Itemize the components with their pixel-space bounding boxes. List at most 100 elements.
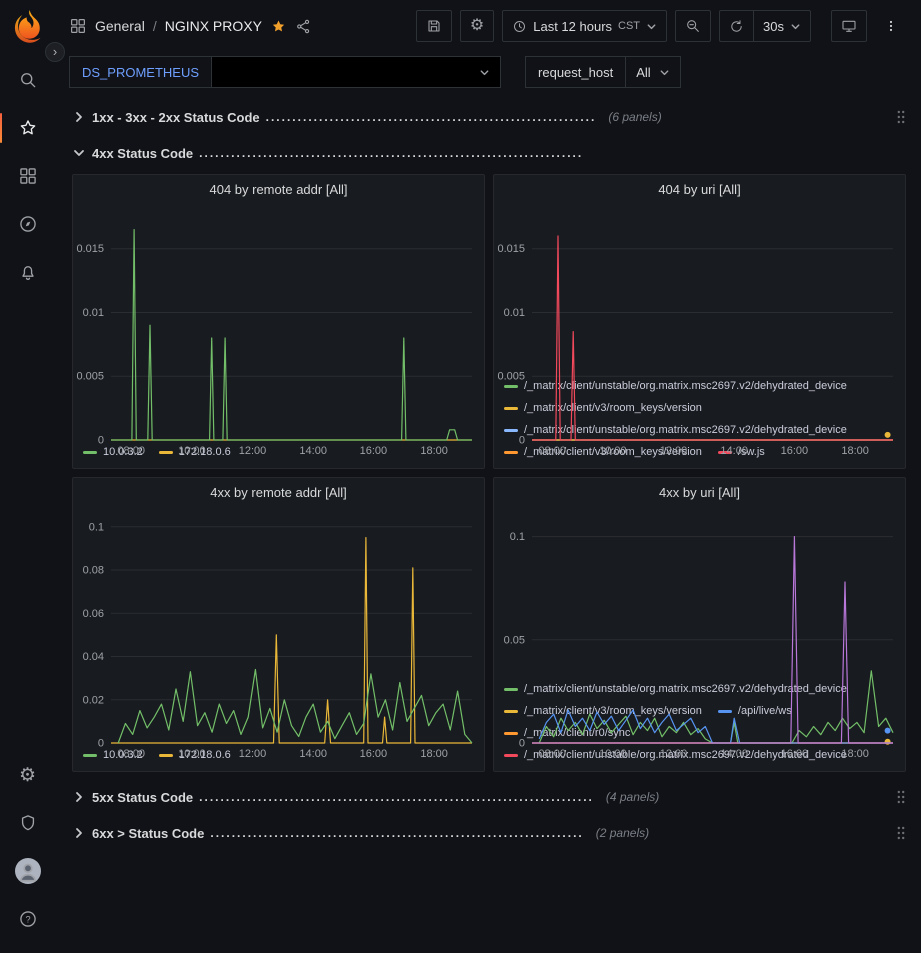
- refresh-interval-picker[interactable]: 30s: [754, 10, 811, 42]
- datasource-variable: DS_PROMETHEUS: [69, 56, 501, 88]
- row-drag-handle[interactable]: [896, 789, 906, 805]
- panel-4xx-by-uri: 4xx by uri [All] 00.050.108:0010:0012:00…: [493, 477, 906, 772]
- request-host-variable: request_host All: [525, 56, 681, 88]
- svg-text:18:00: 18:00: [420, 748, 448, 760]
- sidebar-item-configuration[interactable]: ⚙: [0, 751, 55, 799]
- panel-title[interactable]: 4xx by remote addr [All]: [73, 478, 484, 506]
- clock-icon: [512, 19, 527, 34]
- request-host-select[interactable]: All: [625, 56, 680, 88]
- time-series-plot[interactable]: 00.0050.010.01508:0010:0012:0014:0016:00…: [73, 203, 484, 458]
- svg-text:0.01: 0.01: [504, 307, 525, 319]
- svg-text:0.005: 0.005: [497, 371, 525, 383]
- row-header-6xx[interactable]: 6xx > Status Code ......................…: [72, 818, 906, 848]
- search-icon: [18, 70, 38, 90]
- row-header-1xx-3xx-2xx[interactable]: 1xx - 3xx - 2xx Status Code ............…: [72, 102, 906, 132]
- breadcrumb-title[interactable]: NGINX PROXY: [165, 18, 262, 34]
- refresh-icon: [729, 19, 744, 34]
- svg-text:0.1: 0.1: [89, 521, 104, 533]
- star-icon: [18, 118, 38, 138]
- svg-text:18:00: 18:00: [841, 445, 869, 457]
- row-title-dots: ........................................…: [199, 790, 594, 804]
- chart-4xx-by-uri[interactable]: 00.050.108:0010:0012:0014:0016:0018:00: [494, 506, 905, 680]
- svg-text:12:00: 12:00: [239, 445, 267, 457]
- svg-text:08:00: 08:00: [117, 445, 145, 457]
- svg-text:16:00: 16:00: [360, 445, 388, 457]
- chart-404-by-remote-addr[interactable]: 00.0050.010.01508:0010:0012:0014:0016:00…: [73, 203, 484, 443]
- row-header-4xx[interactable]: 4xx Status Code ........................…: [72, 138, 906, 168]
- breadcrumb-section[interactable]: General: [95, 18, 145, 34]
- chart-404-by-uri[interactable]: 00.0050.010.01508:0010:0012:0014:0016:00…: [494, 203, 905, 377]
- svg-text:0: 0: [98, 738, 104, 750]
- chart-4xx-by-remote-addr[interactable]: 00.020.040.060.080.108:0010:0012:0014:00…: [73, 506, 484, 746]
- row-title: 1xx - 3xx - 2xx Status Code: [92, 110, 260, 125]
- top-navbar: General / NGINX PROXY ⚙: [55, 0, 921, 52]
- dashboard-grid-icon: [69, 17, 87, 35]
- row-title: 4xx Status Code: [92, 146, 193, 161]
- svg-text:10:00: 10:00: [599, 748, 627, 760]
- svg-text:14:00: 14:00: [299, 748, 327, 760]
- zoom-out-icon: [685, 18, 701, 34]
- svg-text:0.1: 0.1: [510, 531, 525, 543]
- sidebar-item-dashboards[interactable]: [0, 152, 55, 200]
- monitor-icon: [841, 18, 857, 34]
- zoom-out-button[interactable]: [675, 10, 711, 42]
- sidebar-item-starred[interactable]: [0, 104, 55, 152]
- sidebar-item-search[interactable]: [0, 56, 55, 104]
- sidebar: ⚙ ?: [0, 0, 55, 953]
- time-series-plot[interactable]: 00.050.108:0010:0012:0014:0016:0018:00: [494, 506, 905, 761]
- datasource-label[interactable]: DS_PROMETHEUS: [69, 56, 212, 88]
- svg-text:18:00: 18:00: [420, 445, 448, 457]
- svg-text:14:00: 14:00: [720, 445, 748, 457]
- dashboards-grid-icon: [18, 166, 38, 186]
- request-host-value: All: [636, 65, 650, 80]
- sidebar-expand-button[interactable]: ›: [45, 42, 65, 62]
- row-panel-count: (4 panels): [606, 790, 659, 804]
- chevron-right-icon: [72, 110, 86, 124]
- svg-text:16:00: 16:00: [360, 748, 388, 760]
- sidebar-item-explore[interactable]: [0, 200, 55, 248]
- cycle-view-mode-button[interactable]: [831, 10, 867, 42]
- save-dashboard-button[interactable]: [416, 10, 452, 42]
- sidebar-item-profile[interactable]: [0, 847, 55, 895]
- sidebar-item-help[interactable]: ?: [0, 895, 55, 943]
- time-range-picker[interactable]: Last 12 hours CST: [502, 10, 667, 42]
- row-title-dots: ........................................…: [266, 110, 597, 124]
- svg-text:0.005: 0.005: [76, 371, 104, 383]
- row-header-5xx[interactable]: 5xx Status Code ........................…: [72, 782, 906, 812]
- panel-title[interactable]: 4xx by uri [All]: [494, 478, 905, 506]
- svg-text:10:00: 10:00: [599, 445, 627, 457]
- favorite-star-icon[interactable]: [270, 18, 287, 35]
- svg-text:08:00: 08:00: [538, 445, 566, 457]
- time-zone-label: CST: [618, 20, 640, 32]
- chevron-down-icon: [646, 21, 657, 32]
- more-options-button[interactable]: [875, 10, 907, 42]
- request-host-label[interactable]: request_host: [525, 56, 626, 88]
- time-series-plot[interactable]: 00.0050.010.01508:0010:0012:0014:0016:00…: [494, 203, 905, 458]
- row-title-dots: ........................................…: [210, 826, 583, 840]
- row-drag-handle[interactable]: [896, 109, 906, 125]
- datasource-value-select[interactable]: [211, 56, 501, 88]
- svg-text:0: 0: [519, 738, 525, 750]
- toolbar-actions: ⚙ Last 12 hours CST: [416, 10, 907, 42]
- refresh-button[interactable]: [719, 10, 754, 42]
- svg-text:0.01: 0.01: [83, 307, 104, 319]
- svg-text:12:00: 12:00: [660, 445, 688, 457]
- svg-text:10:00: 10:00: [178, 445, 206, 457]
- share-icon[interactable]: [295, 18, 312, 35]
- svg-text:16:00: 16:00: [781, 445, 809, 457]
- svg-text:0.08: 0.08: [83, 565, 104, 577]
- svg-text:18:00: 18:00: [841, 748, 869, 760]
- sidebar-item-server-admin[interactable]: [0, 799, 55, 847]
- chevron-down-icon: [790, 21, 801, 32]
- help-icon: ?: [18, 909, 38, 929]
- row-title: 5xx Status Code: [92, 790, 193, 805]
- panel-4xx-by-remote-addr: 4xx by remote addr [All] 00.020.040.060.…: [72, 477, 485, 772]
- dashboard-settings-button[interactable]: ⚙: [460, 10, 494, 42]
- panel-title[interactable]: 404 by uri [All]: [494, 175, 905, 203]
- sidebar-item-alerting[interactable]: [0, 248, 55, 296]
- svg-text:0.04: 0.04: [83, 651, 104, 663]
- time-series-plot[interactable]: 00.020.040.060.080.108:0010:0012:0014:00…: [73, 506, 484, 761]
- panel-title[interactable]: 404 by remote addr [All]: [73, 175, 484, 203]
- grafana-logo[interactable]: [12, 10, 44, 44]
- row-drag-handle[interactable]: [896, 825, 906, 841]
